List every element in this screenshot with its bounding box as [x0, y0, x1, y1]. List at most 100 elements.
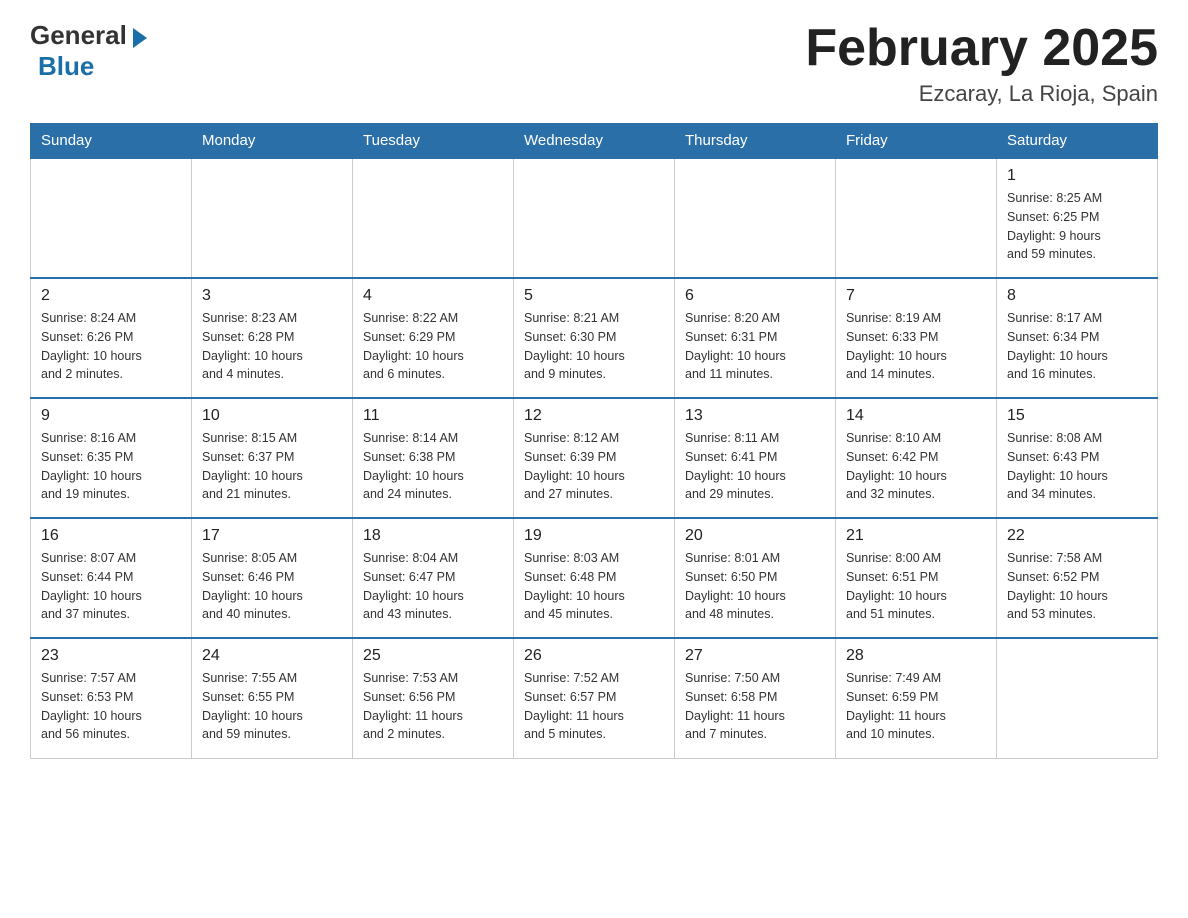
day-info: Sunrise: 8:24 AM Sunset: 6:26 PM Dayligh…	[41, 309, 181, 384]
day-info: Sunrise: 8:03 AM Sunset: 6:48 PM Dayligh…	[524, 549, 664, 624]
calendar-cell	[675, 158, 836, 278]
day-number: 12	[524, 407, 664, 425]
day-info: Sunrise: 8:16 AM Sunset: 6:35 PM Dayligh…	[41, 429, 181, 504]
calendar-cell: 10 Sunrise: 8:15 AM Sunset: 6:37 PM Dayli…	[192, 398, 353, 518]
day-info: Sunrise: 7:57 AM Sunset: 6:53 PM Dayligh…	[41, 669, 181, 744]
day-number: 8	[1007, 287, 1147, 305]
day-number: 22	[1007, 527, 1147, 545]
day-number: 13	[685, 407, 825, 425]
weekday-header-monday: Monday	[192, 124, 353, 159]
weekday-header-wednesday: Wednesday	[514, 124, 675, 159]
day-number: 10	[202, 407, 342, 425]
month-title: February 2025	[805, 20, 1158, 77]
week-row-2: 2 Sunrise: 8:24 AM Sunset: 6:26 PM Daylig…	[31, 278, 1158, 398]
calendar-cell: 27Sunrise: 7:50 AM Sunset: 6:58 PM Dayli…	[675, 638, 836, 758]
day-info: Sunrise: 8:05 AM Sunset: 6:46 PM Dayligh…	[202, 549, 342, 624]
calendar-cell: 5 Sunrise: 8:21 AM Sunset: 6:30 PM Daylig…	[514, 278, 675, 398]
day-number: 28	[846, 647, 986, 665]
week-row-1: 1 Sunrise: 8:25 AM Sunset: 6:25 PM Daylig…	[31, 158, 1158, 278]
day-number: 1	[1007, 167, 1147, 185]
calendar-cell: 18 Sunrise: 8:04 AM Sunset: 6:47 PM Dayli…	[353, 518, 514, 638]
day-info: Sunrise: 8:01 AM Sunset: 6:50 PM Dayligh…	[685, 549, 825, 624]
day-info: Sunrise: 8:20 AM Sunset: 6:31 PM Dayligh…	[685, 309, 825, 384]
day-info: Sunrise: 8:17 AM Sunset: 6:34 PM Dayligh…	[1007, 309, 1147, 384]
calendar-cell: 2 Sunrise: 8:24 AM Sunset: 6:26 PM Daylig…	[31, 278, 192, 398]
day-number: 9	[41, 407, 181, 425]
calendar-cell: 17 Sunrise: 8:05 AM Sunset: 6:46 PM Dayli…	[192, 518, 353, 638]
weekday-header-saturday: Saturday	[997, 124, 1158, 159]
day-number: 5	[524, 287, 664, 305]
calendar-cell: 11 Sunrise: 8:14 AM Sunset: 6:38 PM Dayli…	[353, 398, 514, 518]
day-number: 26	[524, 647, 664, 665]
week-row-3: 9 Sunrise: 8:16 AM Sunset: 6:35 PM Daylig…	[31, 398, 1158, 518]
day-info: Sunrise: 8:14 AM Sunset: 6:38 PM Dayligh…	[363, 429, 503, 504]
day-info: Sunrise: 8:23 AM Sunset: 6:28 PM Dayligh…	[202, 309, 342, 384]
day-number: 20	[685, 527, 825, 545]
day-info: Sunrise: 8:25 AM Sunset: 6:25 PM Dayligh…	[1007, 189, 1147, 264]
calendar-cell: 7 Sunrise: 8:19 AM Sunset: 6:33 PM Daylig…	[836, 278, 997, 398]
day-info: Sunrise: 7:49 AM Sunset: 6:59 PM Dayligh…	[846, 669, 986, 744]
day-number: 4	[363, 287, 503, 305]
calendar-cell: 9 Sunrise: 8:16 AM Sunset: 6:35 PM Daylig…	[31, 398, 192, 518]
weekday-header-sunday: Sunday	[31, 124, 192, 159]
day-number: 6	[685, 287, 825, 305]
calendar-cell: 26Sunrise: 7:52 AM Sunset: 6:57 PM Dayli…	[514, 638, 675, 758]
calendar-cell	[997, 638, 1158, 758]
weekday-header-thursday: Thursday	[675, 124, 836, 159]
day-info: Sunrise: 8:07 AM Sunset: 6:44 PM Dayligh…	[41, 549, 181, 624]
calendar-cell: 6 Sunrise: 8:20 AM Sunset: 6:31 PM Daylig…	[675, 278, 836, 398]
day-info: Sunrise: 8:00 AM Sunset: 6:51 PM Dayligh…	[846, 549, 986, 624]
calendar-cell: 12 Sunrise: 8:12 AM Sunset: 6:39 PM Dayli…	[514, 398, 675, 518]
day-number: 16	[41, 527, 181, 545]
calendar-cell: 20 Sunrise: 8:01 AM Sunset: 6:50 PM Dayli…	[675, 518, 836, 638]
day-number: 21	[846, 527, 986, 545]
day-number: 2	[41, 287, 181, 305]
logo-blue-text: Blue	[38, 51, 94, 81]
calendar-cell: 21 Sunrise: 8:00 AM Sunset: 6:51 PM Dayli…	[836, 518, 997, 638]
week-row-4: 16 Sunrise: 8:07 AM Sunset: 6:44 PM Dayli…	[31, 518, 1158, 638]
calendar-cell: 24 Sunrise: 7:55 AM Sunset: 6:55 PM Dayli…	[192, 638, 353, 758]
day-info: Sunrise: 8:21 AM Sunset: 6:30 PM Dayligh…	[524, 309, 664, 384]
day-number: 25	[363, 647, 503, 665]
title-area: February 2025 Ezcaray, La Rioja, Spain	[805, 20, 1158, 107]
day-info: Sunrise: 7:53 AM Sunset: 6:56 PM Dayligh…	[363, 669, 503, 744]
day-number: 17	[202, 527, 342, 545]
page-header: General Blue February 2025 Ezcaray, La R…	[30, 20, 1158, 107]
calendar-cell: 23 Sunrise: 7:57 AM Sunset: 6:53 PM Dayli…	[31, 638, 192, 758]
calendar-cell	[353, 158, 514, 278]
weekday-header-friday: Friday	[836, 124, 997, 159]
weekday-header-row: SundayMondayTuesdayWednesdayThursdayFrid…	[31, 124, 1158, 159]
logo-arrow-icon	[133, 28, 147, 48]
calendar-cell	[192, 158, 353, 278]
weekday-header-tuesday: Tuesday	[353, 124, 514, 159]
day-info: Sunrise: 8:19 AM Sunset: 6:33 PM Dayligh…	[846, 309, 986, 384]
calendar-cell	[836, 158, 997, 278]
day-number: 19	[524, 527, 664, 545]
location-text: Ezcaray, La Rioja, Spain	[805, 81, 1158, 107]
calendar-cell: 15Sunrise: 8:08 AM Sunset: 6:43 PM Dayli…	[997, 398, 1158, 518]
day-number: 27	[685, 647, 825, 665]
day-info: Sunrise: 8:15 AM Sunset: 6:37 PM Dayligh…	[202, 429, 342, 504]
calendar-cell: 13Sunrise: 8:11 AM Sunset: 6:41 PM Dayli…	[675, 398, 836, 518]
day-number: 14	[846, 407, 986, 425]
day-info: Sunrise: 8:22 AM Sunset: 6:29 PM Dayligh…	[363, 309, 503, 384]
calendar-cell: 22 Sunrise: 7:58 AM Sunset: 6:52 PM Dayli…	[997, 518, 1158, 638]
calendar-cell	[514, 158, 675, 278]
calendar-cell: 19 Sunrise: 8:03 AM Sunset: 6:48 PM Dayli…	[514, 518, 675, 638]
calendar-cell: 16 Sunrise: 8:07 AM Sunset: 6:44 PM Dayli…	[31, 518, 192, 638]
day-number: 11	[363, 407, 503, 425]
calendar-cell: 3 Sunrise: 8:23 AM Sunset: 6:28 PM Daylig…	[192, 278, 353, 398]
day-info: Sunrise: 8:12 AM Sunset: 6:39 PM Dayligh…	[524, 429, 664, 504]
calendar-cell: 25 Sunrise: 7:53 AM Sunset: 6:56 PM Dayli…	[353, 638, 514, 758]
day-number: 23	[41, 647, 181, 665]
calendar-cell: 4 Sunrise: 8:22 AM Sunset: 6:29 PM Daylig…	[353, 278, 514, 398]
day-number: 3	[202, 287, 342, 305]
day-info: Sunrise: 7:58 AM Sunset: 6:52 PM Dayligh…	[1007, 549, 1147, 624]
day-number: 24	[202, 647, 342, 665]
day-info: Sunrise: 7:55 AM Sunset: 6:55 PM Dayligh…	[202, 669, 342, 744]
logo: General Blue	[30, 20, 147, 82]
calendar-cell: 14Sunrise: 8:10 AM Sunset: 6:42 PM Dayli…	[836, 398, 997, 518]
day-number: 18	[363, 527, 503, 545]
day-info: Sunrise: 8:04 AM Sunset: 6:47 PM Dayligh…	[363, 549, 503, 624]
day-number: 7	[846, 287, 986, 305]
